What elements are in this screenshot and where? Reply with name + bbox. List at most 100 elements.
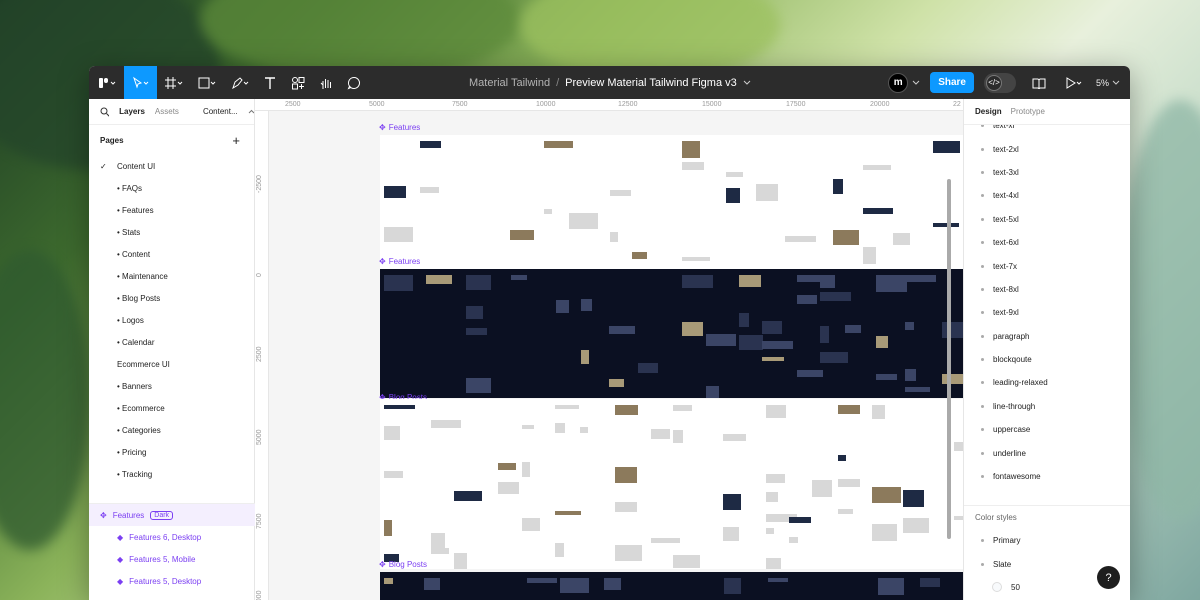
layer-item[interactable]: ◆ Features 5, Mobile: [89, 548, 255, 570]
right-panel: Design Prototype text-xl text-2xl text-3…: [963, 99, 1130, 600]
design-thumbnail: [726, 172, 743, 177]
shape-tool-button[interactable]: [190, 66, 223, 99]
search-icon[interactable]: [100, 107, 110, 117]
page-item[interactable]: • Content: [89, 243, 254, 265]
design-thumbnail: [466, 275, 491, 290]
frame-features-dark[interactable]: [380, 269, 963, 398]
page-item[interactable]: • Tracking: [89, 463, 254, 485]
text-style-item[interactable]: text-4xl: [964, 184, 1130, 207]
main-menu-button[interactable]: [89, 66, 124, 99]
frame-label-features[interactable]: ✥ Features: [379, 123, 420, 132]
style-label: text-4xl: [993, 191, 1019, 201]
style-dot-icon: [981, 287, 984, 291]
left-panel: Layers Assets Content... Pages + ✓ Conte…: [89, 99, 255, 600]
layer-item[interactable]: ◆ Features 6, Desktop: [89, 526, 255, 548]
design-thumbnail: [498, 482, 519, 494]
library-button[interactable]: [1026, 66, 1052, 99]
design-thumbnail: [569, 213, 598, 229]
add-page-button[interactable]: +: [232, 133, 240, 148]
page-item-content-ui[interactable]: ✓ Content UI: [89, 155, 254, 177]
text-style-item[interactable]: fontawesome: [964, 465, 1130, 488]
text-style-item[interactable]: text-5xl: [964, 208, 1130, 231]
text-style-item[interactable]: text-2xl: [964, 137, 1130, 160]
design-thumbnail: [863, 165, 891, 170]
text-style-item[interactable]: text-8xl: [964, 278, 1130, 301]
text-style-item[interactable]: underline: [964, 441, 1130, 464]
tab-prototype[interactable]: Prototype: [1011, 107, 1045, 116]
zoom-menu[interactable]: 5%: [1096, 66, 1120, 99]
text-style-item[interactable]: text-9xl: [964, 301, 1130, 324]
page-item[interactable]: • Banners: [89, 375, 254, 397]
design-thumbnail: [766, 558, 781, 569]
pen-icon: [231, 76, 248, 89]
avatar[interactable]: m: [888, 72, 909, 93]
page-item[interactable]: • Maintenance: [89, 265, 254, 287]
multiplayer-avatars[interactable]: m: [888, 72, 920, 93]
frame-label-blog-posts-dark[interactable]: ✥ Blog Posts: [379, 560, 427, 569]
style-dot-icon: [981, 170, 984, 174]
frame-blog-posts-dark[interactable]: [380, 572, 963, 600]
page-item[interactable]: • Ecommerce: [89, 397, 254, 419]
design-thumbnail: [723, 494, 741, 510]
style-dot-icon: [981, 241, 984, 245]
file-title[interactable]: Material Tailwind / Preview Material Tai…: [469, 66, 751, 99]
text-style-item[interactable]: paragraph: [964, 325, 1130, 348]
move-tool-button[interactable]: [124, 66, 157, 99]
canvas[interactable]: 2500 5000 7500 10000 12500 15000 17500 2…: [255, 99, 963, 600]
text-style-item[interactable]: text-xl: [964, 125, 1130, 137]
design-thumbnail: [615, 467, 637, 483]
tab-design[interactable]: Design: [975, 107, 1002, 116]
dev-mode-toggle[interactable]: </>: [983, 72, 1016, 93]
design-thumbnail: [632, 252, 647, 259]
text-style-item[interactable]: leading-relaxed: [964, 371, 1130, 394]
text-style-item[interactable]: text-7x: [964, 254, 1130, 277]
chevron-up-icon[interactable]: [248, 109, 254, 114]
frame-label-features-dark[interactable]: ✥ Features: [379, 257, 420, 266]
help-button[interactable]: ?: [1097, 566, 1120, 589]
pen-tool-button[interactable]: [223, 66, 256, 99]
page-item[interactable]: • FAQs: [89, 177, 254, 199]
page-item[interactable]: • Pricing: [89, 441, 254, 463]
page-item[interactable]: • Categories: [89, 419, 254, 441]
page-item[interactable]: • Stats: [89, 221, 254, 243]
project-name[interactable]: Material Tailwind: [469, 77, 550, 89]
chevron-down-icon[interactable]: [743, 80, 751, 86]
frame-features-light[interactable]: [380, 135, 963, 269]
layer-features[interactable]: ✥ Features Dark: [89, 504, 255, 526]
page-item-ecommerce-ui[interactable]: Ecommerce UI: [89, 353, 254, 375]
book-icon: [1032, 78, 1046, 89]
text-tool-button[interactable]: [256, 66, 284, 99]
toolbar: Material Tailwind / Preview Material Tai…: [89, 66, 1130, 99]
frame-tool-button[interactable]: [157, 66, 190, 99]
file-name[interactable]: Preview Material Tailwind Figma v3: [565, 77, 737, 89]
design-thumbnail: [905, 275, 936, 282]
design-thumbnail: [384, 405, 415, 409]
page-item[interactable]: • Blog Posts: [89, 287, 254, 309]
design-thumbnail: [581, 299, 592, 311]
frame-name: Features: [388, 257, 421, 266]
text-style-item[interactable]: text-6xl: [964, 231, 1130, 254]
color-style-item[interactable]: Primary: [964, 529, 1130, 552]
text-style-item[interactable]: text-3xl: [964, 161, 1130, 184]
design-thumbnail: [766, 405, 786, 418]
page-switcher[interactable]: Content...: [203, 107, 238, 116]
page-item[interactable]: • Logos: [89, 309, 254, 331]
text-style-item[interactable]: line-through: [964, 395, 1130, 418]
hand-tool-button[interactable]: [312, 66, 340, 99]
resources-button[interactable]: [284, 66, 312, 99]
present-button[interactable]: [1062, 66, 1086, 99]
tab-layers[interactable]: Layers: [119, 107, 145, 116]
page-item[interactable]: • Calendar: [89, 331, 254, 353]
design-thumbnail: [431, 533, 445, 548]
vertical-scrollbar[interactable]: [947, 179, 951, 539]
frame-blog-posts-light[interactable]: [380, 399, 963, 569]
comment-tool-button[interactable]: [340, 66, 368, 99]
page-item[interactable]: • Features: [89, 199, 254, 221]
text-style-item[interactable]: blockqoute: [964, 348, 1130, 371]
style-label: Slate: [993, 559, 1012, 569]
share-button[interactable]: Share: [930, 72, 974, 93]
text-style-item[interactable]: uppercase: [964, 418, 1130, 441]
tab-assets[interactable]: Assets: [155, 107, 179, 116]
layer-item[interactable]: ◆ Features 5, Desktop: [89, 570, 255, 592]
page-label: • Maintenance: [117, 271, 168, 281]
